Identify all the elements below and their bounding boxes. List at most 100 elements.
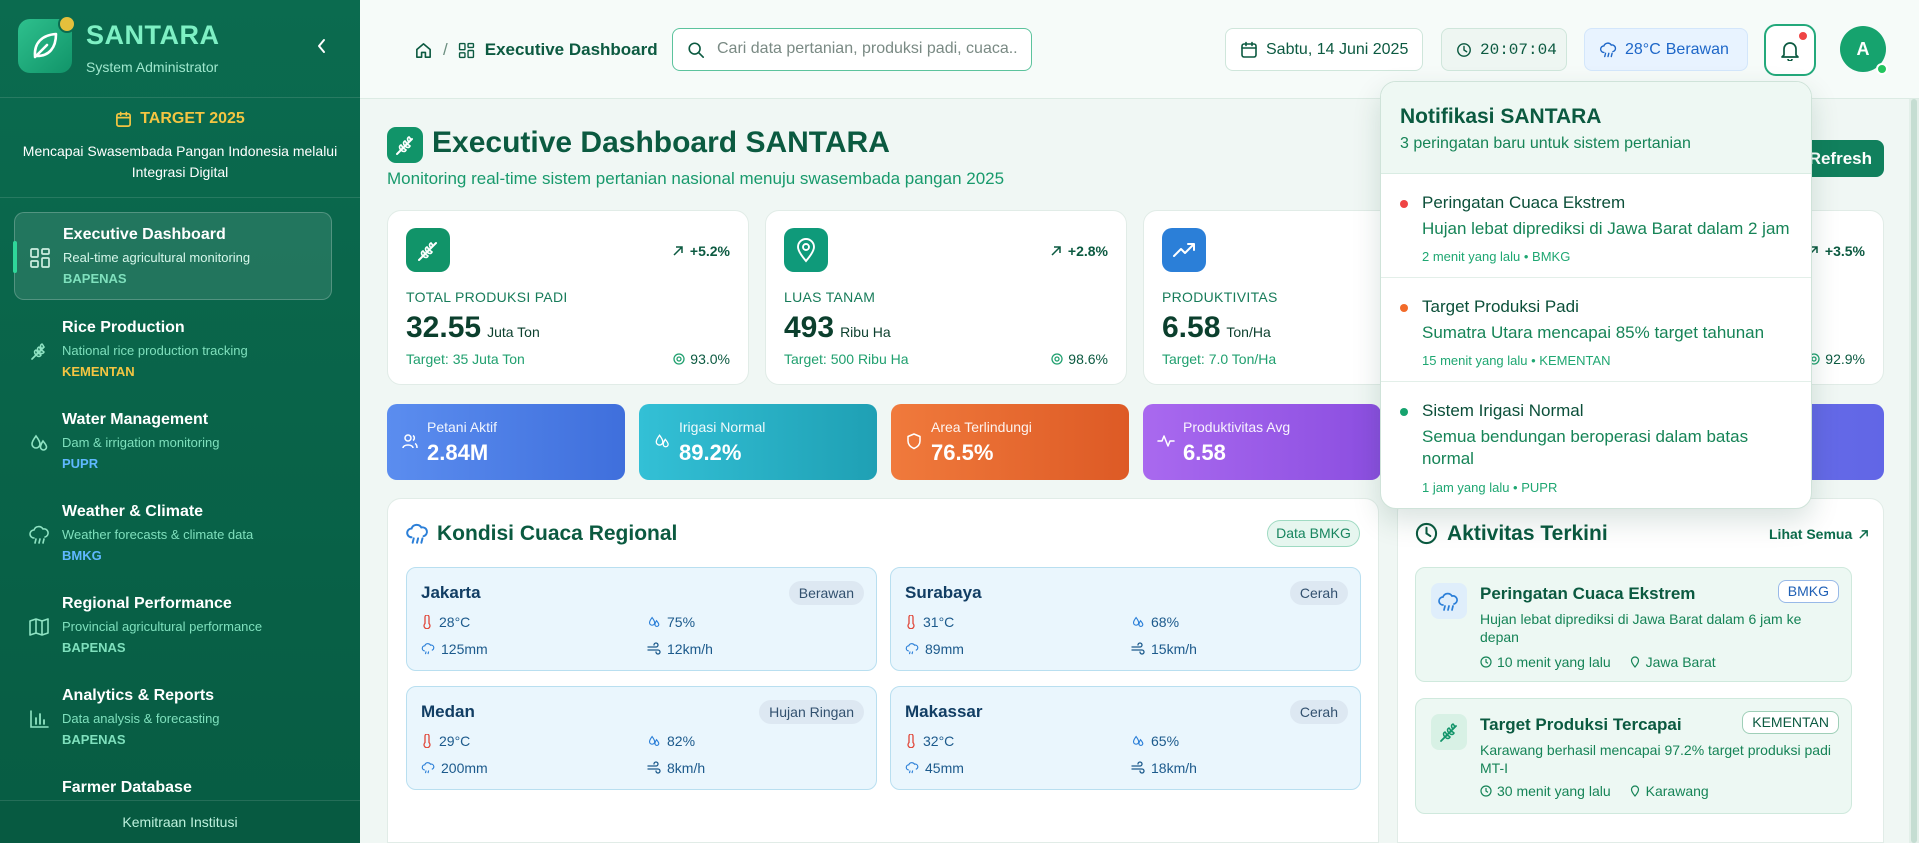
notification-item-meta: 2 menit yang lalu • BMKG — [1422, 249, 1571, 264]
severity-dot — [1400, 200, 1408, 208]
sidebar-item-desc: Data analysis & forecasting — [62, 711, 220, 726]
kpi-value: 493 — [784, 311, 835, 344]
activity-tag: KEMENTAN — [1742, 711, 1839, 734]
see-all-link[interactable]: Lihat Semua — [1769, 526, 1869, 542]
city-card-makassar: Makassar Cerah 32°C 65% 45mm 18km/h — [890, 686, 1361, 790]
breadcrumb: / Executive Dashboard — [414, 38, 658, 62]
weather-card-title: Kondisi Cuaca Regional — [437, 522, 678, 545]
wind-icon — [647, 761, 661, 774]
date-chip: Sabtu, 14 Juni 2025 — [1225, 28, 1423, 71]
sidebar-item-desc: Real-time agricultural monitoring — [63, 250, 251, 265]
activity-time: 30 menit yang lalu — [1497, 783, 1611, 799]
activity-location: Jawa Barat — [1645, 654, 1716, 670]
sidebar-item-title: Farmer Database — [62, 779, 192, 796]
sidebar-item-desc: National rice production tracking — [62, 343, 248, 358]
droplets-icon — [31, 434, 48, 451]
thermometer-icon — [907, 615, 915, 629]
notification-item[interactable]: Sistem Irigasi Normal Semua bendungan be… — [1381, 382, 1811, 508]
sidebar-item-executive-dashboard[interactable]: Executive Dashboard Real-time agricultur… — [13, 212, 332, 300]
wind-icon — [647, 642, 661, 655]
online-status-dot — [1876, 63, 1888, 75]
kpi-icon-bg — [784, 228, 828, 272]
notification-item-title: Sistem Irigasi Normal — [1422, 401, 1584, 420]
city-humidity: 65% — [1151, 733, 1180, 749]
page-icon — [387, 127, 423, 163]
kpi-icon-bg — [1162, 228, 1206, 272]
search-input[interactable] — [717, 29, 1017, 69]
rain-icon — [905, 762, 919, 774]
notification-item[interactable]: Peringatan Cuaca Ekstrem Hujan lebat dip… — [1381, 174, 1811, 278]
collapse-sidebar-button[interactable] — [312, 36, 332, 56]
notification-button[interactable] — [1764, 24, 1816, 76]
stat-value: 89.2% — [679, 440, 742, 465]
kpi-unit: Ton/Ha — [1226, 324, 1271, 340]
notification-item[interactable]: Target Produksi Padi Sumatra Utara menca… — [1381, 278, 1811, 382]
stat-irigasi-normal: Irigasi Normal 89.2% — [639, 404, 877, 480]
city-condition: Hujan Ringan — [759, 700, 864, 724]
stat-label: Produktivitas Avg — [1183, 419, 1291, 435]
sidebar-item-desc: Weather forecasts & climate data — [62, 527, 254, 542]
kpi-icon-bg — [406, 228, 450, 272]
wind-icon — [1131, 642, 1145, 655]
notification-item-meta: 1 jam yang lalu • PUPR — [1422, 480, 1558, 495]
kpi-unit: Ribu Ha — [840, 324, 891, 340]
kpi-trend: +5.2% — [689, 243, 730, 259]
kpi-card-total-produksi: +5.2% TOTAL PRODUKSI PADI 32.55 Juta Ton … — [387, 210, 749, 385]
sidebar-item-rice-production[interactable]: Rice Production National rice production… — [0, 306, 360, 394]
wind-icon — [1131, 761, 1145, 774]
notification-badge — [1797, 30, 1809, 42]
current-date: Sabtu, 14 Juni 2025 — [1266, 40, 1409, 58]
activity-item[interactable]: Peringatan Cuaca Ekstrem BMKG Hujan leba… — [1415, 567, 1852, 682]
search-box — [672, 28, 1032, 71]
sidebar-item-title: Executive Dashboard — [63, 226, 226, 243]
kpi-label: TOTAL PRODUKSI PADI — [406, 289, 568, 305]
map-icon — [29, 618, 49, 636]
target-title: TARGET 2025 — [140, 110, 245, 127]
see-all-label: Lihat Semua — [1769, 526, 1853, 542]
calendar-icon — [1241, 41, 1257, 58]
target-description: Mencapai Swasembada Pangan Indonesia mel… — [22, 143, 338, 180]
home-icon[interactable] — [414, 41, 433, 60]
notification-item-title: Target Produksi Padi — [1422, 297, 1579, 316]
users-icon — [402, 434, 418, 449]
city-wind: 12km/h — [667, 641, 713, 657]
kpi-label: LUAS TANAM — [784, 289, 876, 305]
target-icon — [673, 353, 685, 365]
stat-value: 6.58 — [1183, 440, 1226, 465]
bar-chart-icon — [30, 710, 49, 728]
stat-area-terlindungi: Area Terlindungi 76.5% — [891, 404, 1129, 480]
city-temp: 29°C — [439, 733, 471, 749]
humidity-icon — [1132, 735, 1144, 747]
clock-icon — [1457, 42, 1471, 57]
droplets-icon — [655, 434, 669, 448]
activity-desc: Hujan lebat diprediksi di Jawa Barat dal… — [1480, 611, 1802, 645]
page-subtitle: Monitoring real-time sistem pertanian na… — [387, 169, 1005, 188]
notification-item-title: Peringatan Cuaca Ekstrem — [1422, 193, 1626, 212]
sidebar-footer: Kemitraan Institusi — [0, 800, 360, 843]
breadcrumb-current: Executive Dashboard — [484, 40, 658, 59]
city-card-medan: Medan Hujan Ringan 29°C 82% 200mm 8km/h — [406, 686, 877, 790]
city-name: Jakarta — [421, 583, 481, 602]
activity-item[interactable]: Target Produksi Tercapai KEMENTAN Karawa… — [1415, 698, 1852, 814]
scrollbar[interactable] — [1909, 99, 1919, 843]
thermometer-icon — [423, 734, 431, 748]
sidebar-item-analytics-reports[interactable]: Analytics & Reports Data analysis & fore… — [0, 674, 360, 762]
notification-item-body: Semua bendungan beroperasi dalam batas n… — [1422, 427, 1749, 468]
sidebar-item-regional-performance[interactable]: Regional Performance Provincial agricult… — [0, 582, 360, 670]
activity-card-title: Aktivitas Terkini — [1447, 522, 1608, 545]
notification-header: Notifikasi SANTARA 3 peringatan baru unt… — [1381, 82, 1811, 174]
clock-icon — [1480, 785, 1492, 797]
weather-source-badge: Data BMKG — [1267, 520, 1360, 547]
scrollbar-thumb[interactable] — [1911, 99, 1917, 843]
activity-icon-bg — [1431, 714, 1467, 750]
trend-up-icon — [673, 246, 683, 256]
thermometer-icon — [907, 734, 915, 748]
sidebar-item-water-management[interactable]: Water Management Dam & irrigation monito… — [0, 398, 360, 486]
sidebar-item-weather-climate[interactable]: Weather & Climate Weather forecasts & cl… — [0, 490, 360, 578]
sidebar-item-title: Regional Performance — [62, 595, 232, 612]
current-time: 20:07:04 — [1480, 40, 1557, 59]
activity-tag: BMKG — [1777, 580, 1839, 603]
cloud-rain-icon — [1438, 592, 1458, 611]
kpi-target: Target: 7.0 Ton/Ha — [1162, 351, 1277, 367]
city-wind: 18km/h — [1151, 760, 1197, 776]
